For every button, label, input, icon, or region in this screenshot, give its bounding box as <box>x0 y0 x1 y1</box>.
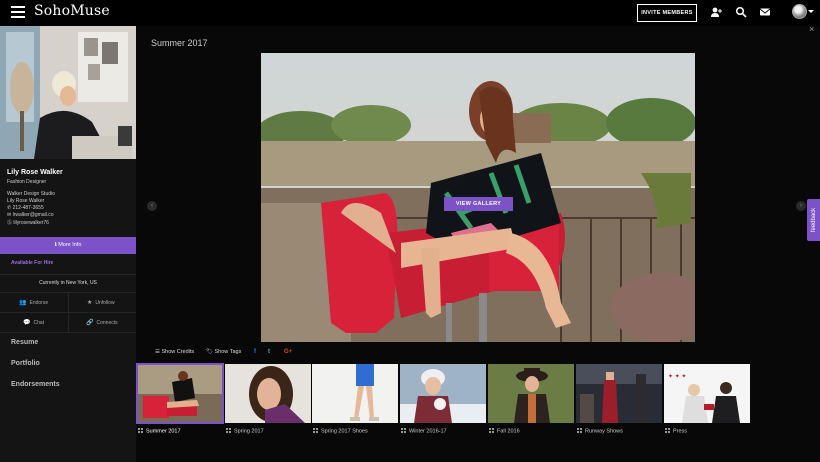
profile-sidebar: Lily Rose Walker Fashion Designer Walker… <box>0 26 136 462</box>
invite-members-button[interactable]: INVITE MEMBERS <box>637 4 697 22</box>
top-bar: SohoMuse INVITE MEMBERS <box>0 0 820 26</box>
profile-title: Fashion Designer <box>7 179 47 185</box>
svg-text:✦ ✦ ✦: ✦ ✦ ✦ <box>668 373 686 380</box>
album-label-runway-shows[interactable]: Runway Shows <box>577 428 623 435</box>
profile-email[interactable]: ✉ lrwalker@gmail.co <box>7 212 54 218</box>
grid-icon <box>138 428 143 433</box>
more-info-label: More Info <box>58 242 82 248</box>
grid-icon <box>226 428 231 433</box>
chevron-down-icon[interactable] <box>808 10 814 13</box>
divider <box>68 293 69 333</box>
album-label-text: Press <box>673 428 688 435</box>
album-label-press[interactable]: Press <box>665 428 687 435</box>
unfollow-label: Unfollow <box>95 300 115 306</box>
search-icon[interactable] <box>735 6 747 18</box>
profile-contact-name: Lily Rose Walker <box>7 198 45 204</box>
more-info-button[interactable]: ℹ More Info <box>0 237 136 254</box>
album-label-text: Spring 2017 Shoes <box>321 428 368 435</box>
profile-skype: Ⓢ lilyrosewalker76 <box>7 219 49 226</box>
connects-label: Connects <box>96 320 118 326</box>
section-endorsements[interactable]: Endorsements <box>11 381 60 388</box>
show-tags-label: Show Tags <box>214 349 242 355</box>
album-thumb-fall-2016[interactable] <box>488 364 574 423</box>
album-label-text: Runway Shows <box>585 428 623 435</box>
album-label-fall-2016[interactable]: Fall 2016 <box>489 428 520 435</box>
divider <box>0 312 136 313</box>
previous-arrow-icon[interactable]: ‹ <box>147 201 157 211</box>
section-resume[interactable]: Resume <box>11 339 38 346</box>
profile-name[interactable]: Lily Rose Walker <box>7 169 63 176</box>
phone-number: 212-487-3655 <box>12 205 44 211</box>
album-label-text: Summer 2017 <box>146 428 181 435</box>
album-thumb-spring-2017[interactable] <box>225 364 311 423</box>
album-label-spring-2017[interactable]: Spring 2017 <box>226 428 264 435</box>
show-tags-button[interactable]: 🏷 Show Tags <box>206 349 241 355</box>
divider <box>0 274 136 275</box>
facebook-icon[interactable]: f <box>254 349 256 355</box>
next-arrow-icon[interactable]: › <box>796 201 806 211</box>
endorse-button[interactable]: 👥 Endorse <box>19 299 48 306</box>
close-icon[interactable]: × <box>809 24 814 34</box>
album-label-winter-2016-17[interactable]: Winter 2016-17 <box>401 428 447 435</box>
album-thumb-press[interactable]: ✦ ✦ ✦ <box>664 364 750 423</box>
add-user-icon[interactable] <box>710 6 722 18</box>
chat-button[interactable]: 💬 Chat <box>23 319 44 326</box>
grid-icon <box>313 428 318 433</box>
album-thumb-spring-2017-shoes[interactable] <box>312 364 398 423</box>
app-logo[interactable]: SohoMuse <box>34 3 110 19</box>
album-label-text: Spring 2017 <box>234 428 264 435</box>
grid-icon <box>401 428 406 433</box>
show-credits-label: Show Credits <box>161 349 195 355</box>
album-title: Summer 2017 <box>151 38 208 48</box>
star-icon: ★ <box>87 300 93 306</box>
feedback-label: feedback <box>810 207 817 233</box>
divider <box>0 332 136 333</box>
tag-icon: 🏷 <box>206 349 215 355</box>
endorse-label: Endorse <box>29 300 49 306</box>
skype-handle: lilyrosewalker76 <box>13 220 49 226</box>
album-label-text: Fall 2016 <box>497 428 520 435</box>
location-text: Currently in New York, US <box>39 280 97 286</box>
section-portfolio[interactable]: Portfolio <box>11 360 40 367</box>
googleplus-icon[interactable]: G+ <box>284 349 292 355</box>
album-thumb-winter-2016-17[interactable] <box>400 364 486 423</box>
feedback-tab[interactable]: feedback <box>807 199 820 241</box>
grid-icon <box>489 428 494 433</box>
user-avatar[interactable] <box>792 4 807 19</box>
profile-company: Walker Design Studio <box>7 191 55 197</box>
link-icon: 🔗 <box>86 320 94 326</box>
chat-label: Chat <box>33 320 45 326</box>
grid-icon <box>665 428 670 433</box>
twitter-icon[interactable]: t <box>268 349 270 355</box>
mail-icon[interactable] <box>759 6 771 18</box>
album-label-text: Winter 2016-17 <box>409 428 447 435</box>
unfollow-button[interactable]: ★ Unfollow <box>87 299 115 306</box>
show-credits-button[interactable]: ☰ Show Credits <box>155 349 194 355</box>
album-thumb-runway-shows[interactable] <box>576 364 662 423</box>
email-address[interactable]: lrwalker@gmail.co <box>13 212 54 218</box>
album-thumb-summer-2017[interactable] <box>136 363 224 424</box>
availability-status: Available For Hire <box>11 260 54 266</box>
user-plus-icon: 👥 <box>19 300 27 306</box>
album-label-spring-2017-shoes[interactable]: Spring 2017 Shoes <box>313 428 368 435</box>
connects-button[interactable]: 🔗 Connects <box>86 319 118 326</box>
profile-photo <box>0 26 136 159</box>
chat-icon: 💬 <box>23 320 31 326</box>
menu-icon[interactable] <box>11 6 25 18</box>
profile-phone: ✆ 212-487-3655 <box>7 205 44 211</box>
grid-icon <box>577 428 582 433</box>
album-label-summer-2017[interactable]: Summer 2017 <box>138 428 181 435</box>
view-gallery-button[interactable]: VIEW GALLERY <box>444 197 513 211</box>
